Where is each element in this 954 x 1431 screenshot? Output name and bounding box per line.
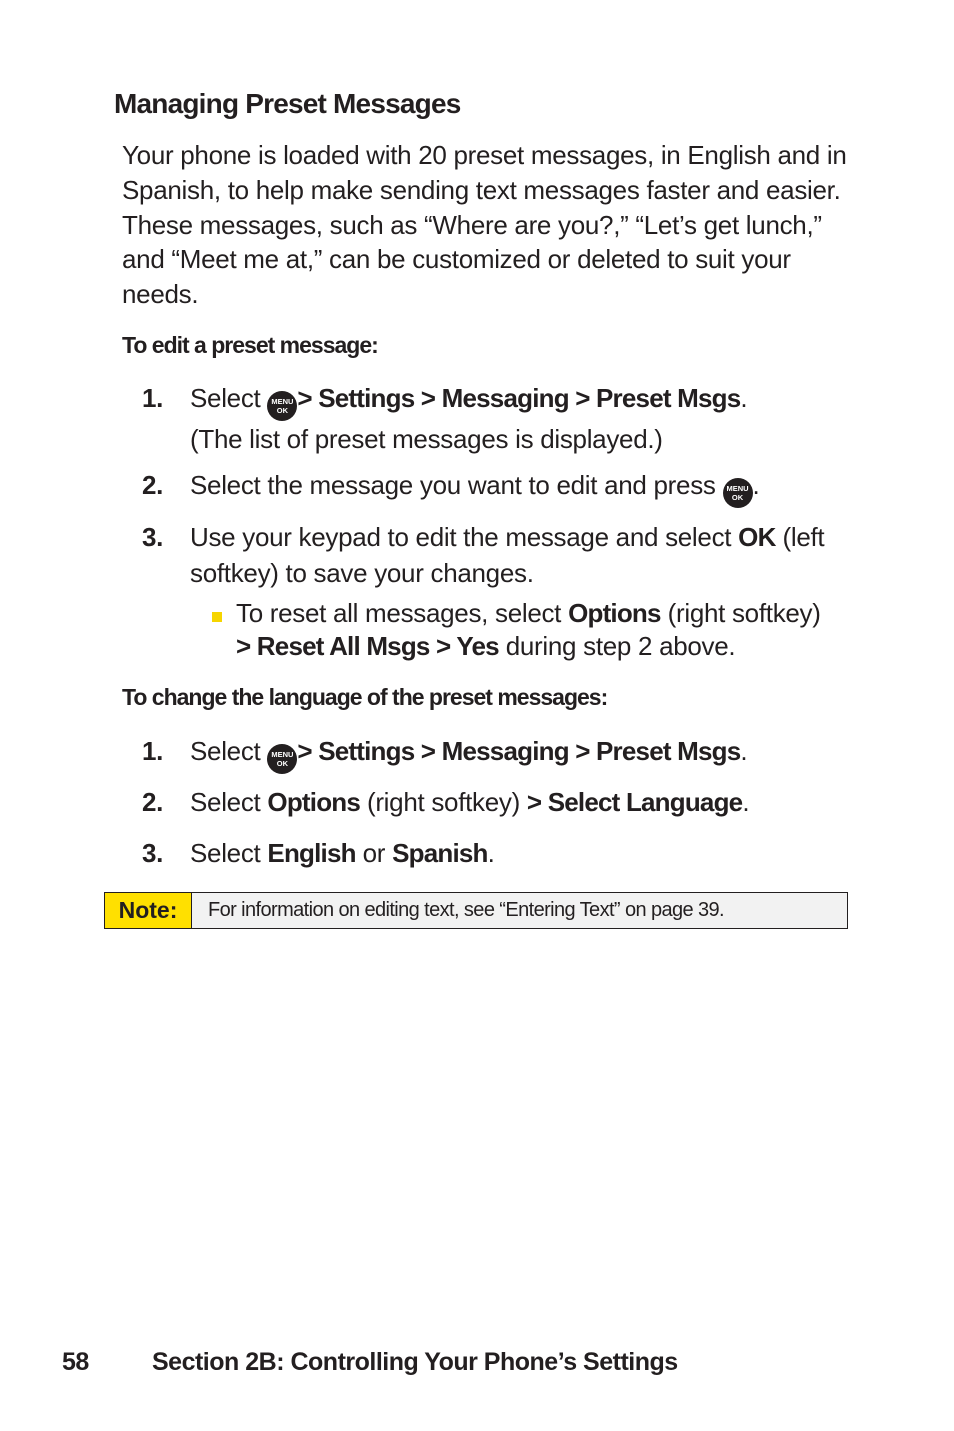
intro-paragraph: Your phone is loaded with 20 preset mess… [122,140,847,310]
step-number: 2. [142,470,164,500]
bullet-square [212,612,222,622]
step-number: 1. [142,383,164,413]
edit-subheading: To edit a preset message: [122,332,379,358]
step-number: 3. [142,522,164,552]
options-label: Options [568,598,661,628]
reset-tip: To reset all messages, select Options (r… [236,598,821,661]
step-number: 1. [142,736,164,766]
step-text: (right softkey) [366,787,520,817]
menu-path: > Settings > Messaging > Preset Msgs [297,736,741,766]
punct: . [752,470,760,500]
menu-ok-key-icon: MENU OK [267,744,298,774]
step-text: or [362,838,386,868]
options-label: Options [267,787,361,817]
punct: . [487,838,495,868]
note-box: Note: For information on editing text, s… [104,892,848,929]
select-language-path: > Select Language [526,787,743,817]
punct: . [742,787,750,817]
step-text: Use your keypad to edit the message and … [190,522,732,552]
note-label: Note: [105,893,192,928]
ok-label: OK [738,522,776,552]
section-title: Section 2B: Controlling Your Phone’s Set… [152,1348,678,1376]
english-option: English [267,838,356,868]
menu-ok-key-icon: MENU OK [722,478,753,508]
spanish-option: Spanish [392,838,488,868]
step-number: 2. [142,787,164,817]
note-text: For information on editing text, see “En… [192,893,847,928]
step-text: Select [190,383,261,413]
menu-path: > Settings > Messaging > Preset Msgs [297,383,741,413]
step-number: 3. [142,838,164,868]
reset-path: > Reset All Msgs > Yes [236,631,500,661]
menu-ok-key-icon: MENU OK [267,391,298,421]
page-number: 58 [62,1348,89,1376]
step-text: Select the message you want to edit and … [190,470,716,500]
step-text: Select [190,736,261,766]
language-subheading: To change the language of the preset mes… [122,684,608,710]
step-text: Select [190,838,261,868]
step-text: Select [190,787,261,817]
section-heading: Managing Preset Messages [114,88,461,119]
punct: . [740,736,748,766]
punct: . [740,383,748,413]
step-note: (The list of preset messages is displaye… [190,424,663,454]
